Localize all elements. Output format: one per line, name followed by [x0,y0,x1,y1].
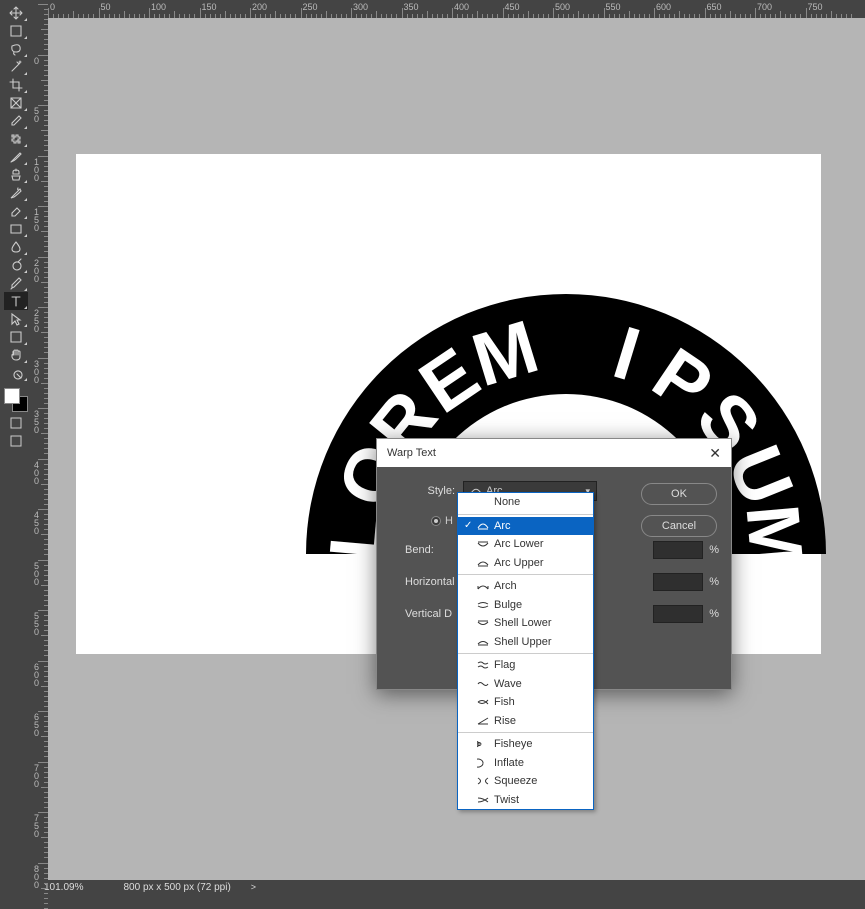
orientation-horizontal-radio[interactable] [431,516,441,526]
tool-blur[interactable] [4,238,28,256]
dialog-titlebar[interactable]: Warp Text ✕ [377,439,731,467]
arch-icon [476,580,490,592]
vdist-pct: % [709,608,719,620]
style-option-arc-upper[interactable]: Arc Upper [458,554,593,573]
squeeze-icon [476,775,490,787]
tools-panel [0,0,32,880]
dropdown-separator [458,574,593,575]
dialog-title: Warp Text [387,447,436,459]
dropdown-separator [458,732,593,733]
style-option-fisheye[interactable]: Fisheye [458,735,593,754]
hdist-pct: % [709,576,719,588]
cancel-button[interactable]: Cancel [641,515,717,537]
foreground-swatch[interactable] [4,388,20,404]
tool-clone-stamp[interactable] [4,166,28,184]
style-dropdown-list: None✓ArcArc LowerArc UpperArchBulgeShell… [457,492,594,810]
ruler-horizontal[interactable]: 0501001502002503003504004505005506006507… [48,0,865,18]
arc-letter: M [730,501,821,571]
style-option-none[interactable]: None [458,493,593,512]
fish-icon [476,696,490,708]
flag-icon [476,659,490,671]
tool-marquee-rect[interactable] [4,22,28,40]
style-option-twist[interactable]: Twist [458,791,593,810]
ruler-vertical[interactable]: 0501001502002503003504004505005506006507… [32,18,48,880]
vdist-input[interactable] [653,605,703,623]
dropdown-separator [458,514,593,515]
tool-type[interactable] [4,292,28,310]
style-option-inflate[interactable]: Inflate [458,754,593,773]
orientation-h-label: H [445,515,453,527]
style-option-squeeze[interactable]: Squeeze [458,772,593,791]
twist-icon [476,794,490,806]
arc-lower-icon [476,538,490,550]
tool-frame[interactable] [4,94,28,112]
tool-crop[interactable] [4,76,28,94]
tool-healing[interactable] [4,130,28,148]
zoom-level[interactable]: 101.09% [44,882,83,893]
tool-history-brush[interactable] [4,184,28,202]
hdist-input[interactable] [653,573,703,591]
style-option-fish[interactable]: Fish [458,693,593,712]
tool-path-select[interactable] [4,310,28,328]
tool-shape[interactable] [4,328,28,346]
tool-hand[interactable] [4,346,28,364]
style-option-bulge[interactable]: Bulge [458,596,593,615]
arc-upper-icon [476,557,490,569]
arc-icon [476,520,490,532]
tool-gradient[interactable] [4,220,28,238]
style-label: Style: [415,485,455,497]
document-info: 800 px x 500 px (72 ppi) [123,882,230,893]
arc-letter: I [605,309,650,397]
tool-magic-wand[interactable] [4,58,28,76]
tool-pen[interactable] [4,274,28,292]
wave-icon [476,678,490,690]
ok-button[interactable]: OK [641,483,717,505]
style-option-arc[interactable]: ✓Arc [458,517,593,536]
status-arrow[interactable]: > [251,882,256,892]
style-option-wave[interactable]: Wave [458,675,593,694]
tool-screen-mode[interactable] [4,432,28,450]
color-swatches[interactable] [2,386,30,414]
style-option-arc-lower[interactable]: Arc Lower [458,535,593,554]
shell-lower-icon [476,617,490,629]
tool-eyedropper[interactable] [4,112,28,130]
tool-move[interactable] [4,4,28,22]
shell-upper-icon [476,636,490,648]
dropdown-separator [458,653,593,654]
tool-zoom[interactable] [4,364,28,382]
tool-dodge[interactable] [4,256,28,274]
status-bar: 101.09% 800 px x 500 px (72 ppi) > [32,880,865,894]
fisheye-icon [476,738,490,750]
tool-lasso[interactable] [4,40,28,58]
tool-eraser[interactable] [4,202,28,220]
style-option-rise[interactable]: Rise [458,712,593,731]
rise-icon [476,715,490,727]
dialog-close-button[interactable]: ✕ [709,445,721,462]
tool-brush[interactable] [4,148,28,166]
style-option-shell-lower[interactable]: Shell Lower [458,614,593,633]
tool-quick-mask[interactable] [4,414,28,432]
bulge-icon [476,599,490,611]
style-option-shell-upper[interactable]: Shell Upper [458,633,593,652]
style-option-arch[interactable]: Arch [458,577,593,596]
style-option-flag[interactable]: Flag [458,656,593,675]
inflate-icon [476,757,490,769]
